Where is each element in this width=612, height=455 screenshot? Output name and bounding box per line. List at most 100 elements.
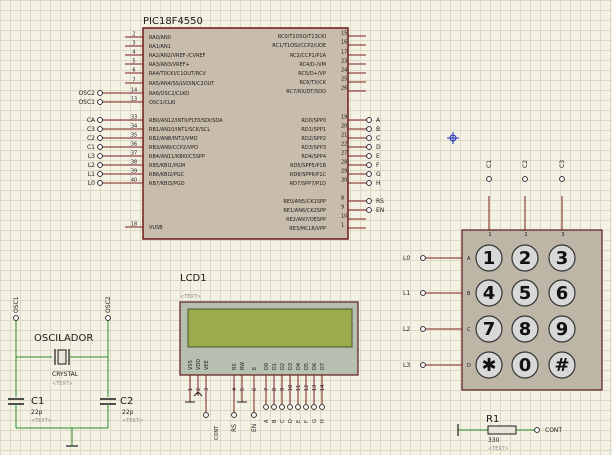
lcd-screen bbox=[187, 308, 353, 348]
net-terminal-e[interactable] bbox=[366, 153, 372, 159]
net-terminal-a[interactable] bbox=[366, 117, 372, 123]
lcd-d5-terminal[interactable] bbox=[303, 404, 309, 410]
lcd-en-terminal[interactable] bbox=[251, 412, 257, 418]
keypad-col-number: 3 bbox=[561, 232, 564, 238]
mcu-pin-label: RD2/SPP2 bbox=[301, 136, 326, 142]
keypad-key-label: 3 bbox=[556, 248, 569, 269]
lcd-net-label: A bbox=[264, 419, 270, 423]
mcu-pin-number: 14 bbox=[131, 88, 137, 94]
r1-value: 330 bbox=[488, 437, 500, 444]
mcu-pin-number: 38 bbox=[131, 160, 137, 166]
mcu-pin-number: 6 bbox=[132, 68, 135, 74]
osc1-terminal[interactable] bbox=[13, 315, 19, 321]
lcd-pin-number: 5 bbox=[240, 388, 246, 391]
mcu-pin-label: RC0/T1OSO/T13CKI bbox=[278, 34, 326, 40]
mcu-pin-label: RD7/SPP7/P1D bbox=[290, 181, 326, 187]
keypad-key-label: 0 bbox=[519, 355, 532, 376]
net-terminal-h[interactable] bbox=[366, 180, 372, 186]
mcu-pin-number: 34 bbox=[131, 124, 137, 130]
mcu-pin-label: RA2/AN2/VREF-/CVREF bbox=[149, 53, 206, 59]
net-label-l0: L0 bbox=[88, 180, 95, 187]
r1-body[interactable] bbox=[487, 425, 517, 435]
keypad-col-terminal-c1[interactable] bbox=[486, 176, 492, 182]
r1-name: R1 bbox=[486, 414, 499, 425]
net-terminal-f[interactable] bbox=[366, 162, 372, 168]
net-label-en: EN bbox=[376, 207, 384, 214]
net-label-h: H bbox=[376, 180, 381, 187]
lcd-pin-number: 8 bbox=[272, 388, 278, 391]
lcd-d2-terminal[interactable] bbox=[279, 404, 285, 410]
net-terminal-l1[interactable] bbox=[97, 171, 103, 177]
mcu-pin-number: 5 bbox=[132, 59, 135, 65]
keypad-key-label: 2 bbox=[519, 248, 532, 269]
r1-terminal[interactable] bbox=[534, 427, 540, 433]
lcd-d6-terminal[interactable] bbox=[311, 404, 317, 410]
mcu-pin-label: RC2/CCP1/P1A bbox=[290, 53, 327, 59]
keypad-col-number: 1 bbox=[488, 232, 491, 238]
keypad-row-letter: D bbox=[467, 363, 471, 369]
mcu-pin-label: RD5/SPP5/P1B bbox=[290, 163, 326, 169]
lcd-net-label: E bbox=[296, 420, 302, 423]
net-terminal-l2[interactable] bbox=[97, 162, 103, 168]
mcu-pin-number: 16 bbox=[341, 40, 347, 46]
net-terminal-l0[interactable] bbox=[97, 180, 103, 186]
lcd-net-label: G bbox=[312, 419, 318, 423]
lcd-d1-terminal[interactable] bbox=[271, 404, 277, 410]
keypad-col-terminal-c2[interactable] bbox=[522, 176, 528, 182]
net-terminal-c2[interactable] bbox=[97, 135, 103, 141]
lcd-vee-terminal[interactable] bbox=[203, 412, 209, 418]
net-terminal-g[interactable] bbox=[366, 171, 372, 177]
net-terminal-ca[interactable] bbox=[97, 117, 103, 123]
lcd-pin-number: 12 bbox=[304, 385, 310, 391]
net-terminal-l3[interactable] bbox=[97, 153, 103, 159]
lcd-net-label: H bbox=[320, 419, 326, 423]
osc2-terminal[interactable] bbox=[105, 315, 111, 321]
net-terminal-d[interactable] bbox=[366, 144, 372, 150]
net-terminal-c3[interactable] bbox=[97, 126, 103, 132]
net-terminal-osc1[interactable] bbox=[97, 99, 103, 105]
net-terminal-c[interactable] bbox=[366, 135, 372, 141]
net-terminal-c1[interactable] bbox=[97, 144, 103, 150]
mcu-pin-number: 10 bbox=[341, 214, 347, 220]
cursor-crosshair bbox=[447, 132, 459, 144]
mcu-pin-number: 37 bbox=[131, 151, 137, 157]
net-terminal-rs[interactable] bbox=[366, 198, 372, 204]
keypad-col-terminal-c3[interactable] bbox=[559, 176, 565, 182]
mcu-pin-number: 27 bbox=[341, 151, 347, 157]
lcd-d0-terminal[interactable] bbox=[263, 404, 269, 410]
lcd-d4-terminal[interactable] bbox=[295, 404, 301, 410]
mcu-pin-number: 26 bbox=[341, 86, 347, 92]
keypad-row-terminal-l0[interactable] bbox=[420, 255, 426, 261]
c1-name: C1 bbox=[31, 396, 44, 407]
lcd-d3-terminal[interactable] bbox=[287, 404, 293, 410]
keypad-row-terminal-l1[interactable] bbox=[420, 290, 426, 296]
lcd-rs-terminal[interactable] bbox=[231, 412, 237, 418]
net-label-l1: L1 bbox=[88, 171, 95, 178]
net-terminal-en[interactable] bbox=[366, 207, 372, 213]
net-label-f: F bbox=[376, 162, 380, 169]
c1-value: 22p bbox=[31, 409, 43, 416]
mcu-pin-label: RD3/SPP3 bbox=[301, 145, 326, 151]
r1-text-tag: <TEXT> bbox=[488, 446, 509, 452]
mcu-pin-label: RE3/MCLR/VPP bbox=[289, 226, 326, 232]
keypad-row-terminal-l2[interactable] bbox=[420, 326, 426, 332]
mcu-pin-number: 3 bbox=[132, 41, 135, 47]
c2-value: 22p bbox=[122, 409, 134, 416]
net-terminal-osc2[interactable] bbox=[97, 90, 103, 96]
lcd-d7-terminal[interactable] bbox=[319, 404, 325, 410]
mcu-pin-label: RA6/OSC2/CLKO bbox=[149, 91, 189, 97]
mcu-pin-label: RE0/AN5/CK1SPP bbox=[283, 199, 326, 205]
mcu-pin-number: 1 bbox=[341, 223, 344, 229]
lcd-pin-number: 11 bbox=[296, 385, 302, 391]
lcd-pin-number: 2 bbox=[196, 388, 202, 391]
lcd-pin-label: D4 bbox=[296, 363, 302, 370]
mcu-pin-label: RE1/AN6/CK2SPP bbox=[283, 208, 326, 214]
mcu-pin-number: 8 bbox=[341, 196, 344, 202]
keypad[interactable]: 1 2 3 4 5 6 7 8 9 ✱ 0 # bbox=[461, 229, 603, 391]
keypad-row-terminal-l3[interactable] bbox=[420, 362, 426, 368]
net-label-rs: RS bbox=[376, 198, 384, 205]
lcd-pin-number: 10 bbox=[288, 385, 294, 391]
crystal-body[interactable] bbox=[57, 349, 67, 365]
net-label-c3: C3 bbox=[559, 160, 566, 168]
net-terminal-b[interactable] bbox=[366, 126, 372, 132]
